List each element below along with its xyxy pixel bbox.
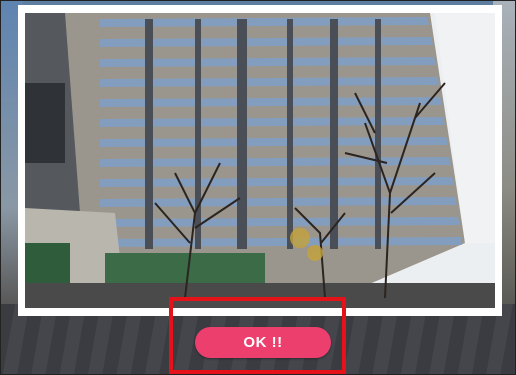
building-photo (25, 13, 495, 308)
photo-card (18, 5, 502, 316)
app-frame: OK !! (0, 0, 516, 375)
ok-button[interactable]: OK !! (195, 327, 331, 358)
building-illustration (25, 13, 495, 308)
